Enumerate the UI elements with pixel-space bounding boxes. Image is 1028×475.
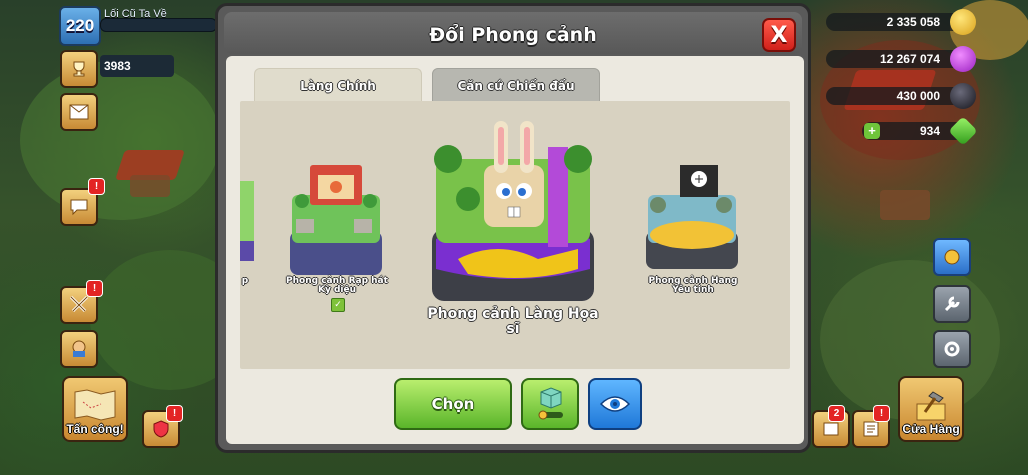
clan-icon bbox=[153, 420, 169, 438]
chat-alert-badge: ! bbox=[88, 178, 105, 195]
xp-bar bbox=[100, 18, 217, 32]
close-icon: X bbox=[770, 22, 788, 48]
attack-button[interactable]: Tấn công! bbox=[62, 376, 128, 442]
wrench-icon bbox=[944, 296, 960, 312]
battle-alert-badge: ! bbox=[86, 280, 103, 297]
gem-amount: 934 bbox=[919, 124, 940, 138]
attack-label: Tấn công! bbox=[66, 422, 124, 436]
shop-label: Cửa Hàng bbox=[902, 422, 960, 436]
chat-icon bbox=[70, 199, 88, 216]
modal-title: Đổi Phong cảnh bbox=[429, 24, 597, 46]
settings-button[interactable] bbox=[933, 330, 971, 368]
scenery-goblin-cave-thumbnail[interactable] bbox=[644, 165, 740, 273]
elixir-icon bbox=[950, 46, 976, 72]
book-icon bbox=[823, 422, 839, 436]
decoration-icon bbox=[538, 387, 563, 420]
owned-check-icon: ✓ bbox=[331, 298, 345, 312]
builder-huts-badge: 2 bbox=[828, 405, 845, 422]
clan-alert-badge: ! bbox=[166, 405, 183, 422]
scenery-goblin-cave-label: Phong cảnh Hang Yêu tinh bbox=[648, 276, 738, 296]
modal-header: Đổi Phong cảnh X bbox=[224, 12, 802, 54]
eye-icon bbox=[600, 396, 630, 412]
choose-button[interactable]: Chọn bbox=[394, 378, 512, 430]
gem-bar: + 934 bbox=[862, 116, 978, 146]
builder-base-button[interactable] bbox=[60, 330, 98, 368]
scenery-partial-left-thumbnail[interactable] bbox=[240, 161, 254, 271]
player-level: 220 bbox=[65, 16, 95, 35]
hammer-icon bbox=[916, 391, 946, 421]
trophy-count: 3983 bbox=[100, 55, 174, 77]
event-icon bbox=[944, 249, 960, 265]
scenery-theater-thumbnail[interactable] bbox=[288, 161, 384, 281]
event-button[interactable] bbox=[933, 238, 971, 276]
settings-icon bbox=[944, 341, 960, 357]
dark-elixir-bar: 430 000 bbox=[826, 83, 976, 109]
dark-elixir-icon bbox=[950, 83, 976, 109]
scenery-painter-thumbnail[interactable] bbox=[428, 119, 598, 305]
preview-button[interactable] bbox=[588, 378, 642, 430]
shop-button[interactable]: Cửa Hàng bbox=[898, 376, 964, 442]
gold-bar: 2 335 058 bbox=[826, 9, 976, 35]
elixir-bar: 12 267 074 bbox=[826, 46, 976, 72]
tab-builder-base-label: Căn cứ Chiến đấu bbox=[457, 79, 575, 93]
gold-icon bbox=[950, 9, 976, 35]
scenery-theater-label: Phong cảnh Rạp hát Kỳ diệu bbox=[286, 276, 388, 296]
mail-button[interactable] bbox=[60, 93, 98, 131]
scenery-carousel[interactable]: p Phong cảnh Rạp hát Kỳ diệu ✓ Phong cản… bbox=[240, 101, 790, 369]
edit-layout-button[interactable] bbox=[933, 285, 971, 323]
elixir-amount: 12 267 074 bbox=[879, 52, 940, 66]
gold-amount: 2 335 058 bbox=[886, 15, 940, 29]
journal-icon bbox=[863, 421, 879, 437]
swords-icon bbox=[69, 295, 89, 313]
builder-icon bbox=[72, 340, 86, 357]
dark-elixir-amount: 430 000 bbox=[896, 89, 940, 103]
buy-gems-plus-icon[interactable]: + bbox=[864, 123, 880, 139]
journal-badge: ! bbox=[873, 405, 890, 422]
choose-label: Chọn bbox=[431, 395, 475, 413]
trophy-button[interactable] bbox=[60, 50, 98, 88]
map-icon bbox=[74, 389, 116, 421]
mail-icon bbox=[69, 104, 89, 120]
scenery-modal: Đổi Phong cảnh X Làng Chính Căn cứ Chiến… bbox=[215, 3, 811, 453]
tab-builder-base[interactable]: Căn cứ Chiến đấu bbox=[432, 68, 600, 104]
tab-home-village[interactable]: Làng Chính bbox=[254, 68, 422, 103]
trophy-count-value: 3983 bbox=[104, 59, 131, 73]
player-level-badge[interactable]: 220 bbox=[59, 6, 101, 46]
scenery-painter-label: Phong cảnh Làng Họa sĩ bbox=[427, 306, 599, 337]
modal-body: Làng Chính Căn cứ Chiến đấu p Phong cảnh… bbox=[226, 56, 804, 444]
trophy-icon bbox=[73, 61, 85, 77]
close-button[interactable]: X bbox=[762, 18, 796, 52]
scenery-partial-left-label: p bbox=[241, 276, 249, 286]
tab-home-village-label: Làng Chính bbox=[300, 79, 376, 93]
decorations-toggle-button[interactable] bbox=[521, 378, 579, 430]
